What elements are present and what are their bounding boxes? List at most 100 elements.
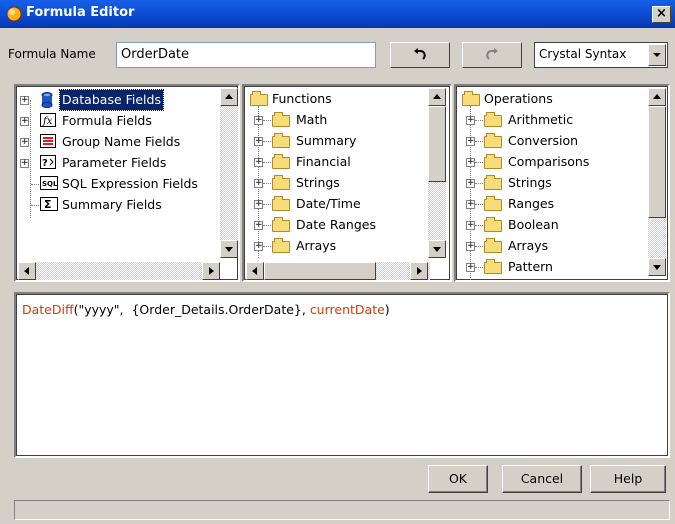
scroll-thumb[interactable]	[264, 262, 376, 280]
folder-icon	[484, 175, 502, 190]
fields-tree-item[interactable]: Formula Fields	[60, 111, 154, 131]
expand-toggle-icon[interactable]: +	[466, 221, 475, 230]
folder-icon	[272, 196, 290, 211]
folder-icon	[462, 91, 480, 106]
functions-tree-item[interactable]: Arrays	[296, 236, 336, 256]
scroll-right-button[interactable]	[410, 262, 428, 280]
expand-toggle-icon[interactable]: +	[466, 242, 475, 251]
help-button[interactable]: Help	[590, 465, 666, 493]
svg-text:fx: fx	[42, 116, 53, 127]
group-name-icon	[40, 134, 56, 151]
expand-toggle-icon[interactable]: +	[254, 158, 263, 167]
expand-toggle-icon[interactable]: +	[254, 116, 263, 125]
folder-icon	[272, 217, 290, 232]
operations-tree-item[interactable]: Strings	[508, 173, 552, 193]
formula-name-label: Formula Name	[8, 47, 96, 61]
operations-tree-item[interactable]: Arithmetic	[508, 110, 573, 130]
functions-tree-item[interactable]: Date Ranges	[296, 215, 376, 235]
operations-tree-item[interactable]: Arrays	[508, 236, 548, 256]
fields-horizontal-scrollbar[interactable]	[18, 262, 220, 280]
fields-vertical-scrollbar[interactable]	[220, 88, 238, 244]
fields-tree-item[interactable]: Parameter Fields	[60, 153, 168, 173]
formula-code: DateDiff("yyyy", {Order_Details.OrderDat…	[22, 302, 390, 317]
scroll-up-button[interactable]	[648, 88, 666, 106]
expand-toggle-icon[interactable]: +	[20, 159, 29, 168]
undo-button[interactable]	[390, 42, 450, 68]
redo-button[interactable]	[462, 42, 522, 68]
redo-icon	[486, 48, 498, 60]
folder-icon	[484, 154, 502, 169]
folder-icon	[484, 196, 502, 211]
functions-tree-item[interactable]: Summary	[296, 131, 356, 151]
scroll-left-button[interactable]	[246, 262, 264, 280]
dropdown-arrow-button[interactable]	[648, 44, 666, 66]
expand-toggle-icon[interactable]: +	[254, 242, 263, 251]
crystal-app-icon	[6, 6, 22, 22]
operations-tree-item[interactable]: Conversion	[508, 131, 578, 151]
formula-text-editor[interactable]: DateDiff("yyyy", {Order_Details.OrderDat…	[14, 292, 670, 458]
formula-name-input[interactable]: OrderDate	[116, 42, 376, 68]
expand-toggle-icon[interactable]: +	[254, 137, 263, 146]
sum-icon: Σ	[40, 197, 58, 214]
operations-tree-item[interactable]: Boolean	[508, 215, 559, 235]
scroll-thumb[interactable]	[648, 106, 666, 218]
expand-toggle-icon[interactable]: +	[466, 137, 475, 146]
functions-tree-item[interactable]: Date/Time	[296, 194, 361, 214]
scroll-down-button[interactable]	[220, 240, 238, 258]
expand-toggle-icon[interactable]: +	[20, 96, 29, 105]
fields-tree-item[interactable]: Database Fields	[59, 89, 164, 111]
cancel-button[interactable]: Cancel	[502, 465, 582, 493]
folder-icon	[484, 133, 502, 148]
folder-icon	[272, 133, 290, 148]
expand-toggle-icon[interactable]: +	[466, 116, 475, 125]
operations-root-label[interactable]: Operations	[484, 89, 553, 109]
scroll-left-button[interactable]	[18, 262, 36, 280]
scroll-up-button[interactable]	[428, 88, 446, 106]
expand-toggle-icon[interactable]: +	[20, 138, 29, 147]
folder-icon	[272, 238, 290, 253]
fields-tree-panel: + Database Fields + fx Formula Fields + Group …	[14, 84, 240, 282]
expand-toggle-icon[interactable]: +	[20, 117, 29, 126]
functions-root-label[interactable]: Functions	[272, 89, 332, 109]
folder-icon	[272, 154, 290, 169]
expand-toggle-icon[interactable]: +	[254, 179, 263, 188]
expand-toggle-icon[interactable]: +	[254, 200, 263, 209]
fields-tree-item[interactable]: Group Name Fields	[60, 132, 182, 152]
window-title: Formula Editor	[26, 5, 135, 20]
expand-toggle-icon[interactable]: +	[466, 158, 475, 167]
operations-tree-item[interactable]: Pattern	[508, 257, 553, 277]
syntax-select[interactable]: Crystal Syntax	[534, 42, 668, 68]
chevron-down-icon	[653, 53, 661, 57]
folder-icon	[484, 217, 502, 232]
scroll-down-button[interactable]	[428, 240, 446, 258]
parameter-icon: ?	[40, 155, 56, 172]
ok-button[interactable]: OK	[428, 465, 488, 493]
sql-icon: SQL	[40, 176, 58, 193]
operations-tree-item[interactable]: Comparisons	[508, 152, 589, 172]
fields-tree-item[interactable]: Summary Fields	[60, 195, 164, 215]
operations-tree-panel: Operations + Arithmetic + Conversion + Compar…	[454, 84, 670, 282]
expand-toggle-icon[interactable]: +	[466, 263, 475, 272]
svg-text:Σ: Σ	[44, 198, 52, 211]
scroll-down-button[interactable]	[648, 258, 666, 276]
fields-tree-item[interactable]: SQL Expression Fields	[60, 174, 200, 194]
svg-text:SQL: SQL	[42, 180, 58, 188]
svg-text:?: ?	[42, 158, 48, 169]
function-keyword: DateDiff	[22, 302, 74, 317]
folder-icon	[484, 112, 502, 127]
functions-tree-item[interactable]: Math	[296, 110, 327, 130]
expand-toggle-icon[interactable]: +	[254, 221, 263, 230]
scroll-right-button[interactable]	[202, 262, 220, 280]
syntax-value: Crystal Syntax	[539, 47, 627, 61]
close-button[interactable]: ×	[652, 6, 671, 23]
formula-arguments: ("yyyy", {Order_Details.OrderDate},	[73, 302, 310, 317]
scroll-up-button[interactable]	[220, 88, 238, 106]
functions-tree-item[interactable]: Strings	[296, 173, 340, 193]
current-date-keyword: currentDate	[309, 302, 385, 317]
scroll-thumb[interactable]	[428, 106, 446, 182]
functions-tree-item[interactable]: Financial	[296, 152, 351, 172]
expand-toggle-icon[interactable]: +	[466, 179, 475, 188]
expand-toggle-icon[interactable]: +	[466, 200, 475, 209]
operations-tree-item[interactable]: Ranges	[508, 194, 554, 214]
functions-tree-panel: Functions + Math + Summary + Financial + String…	[242, 84, 452, 282]
